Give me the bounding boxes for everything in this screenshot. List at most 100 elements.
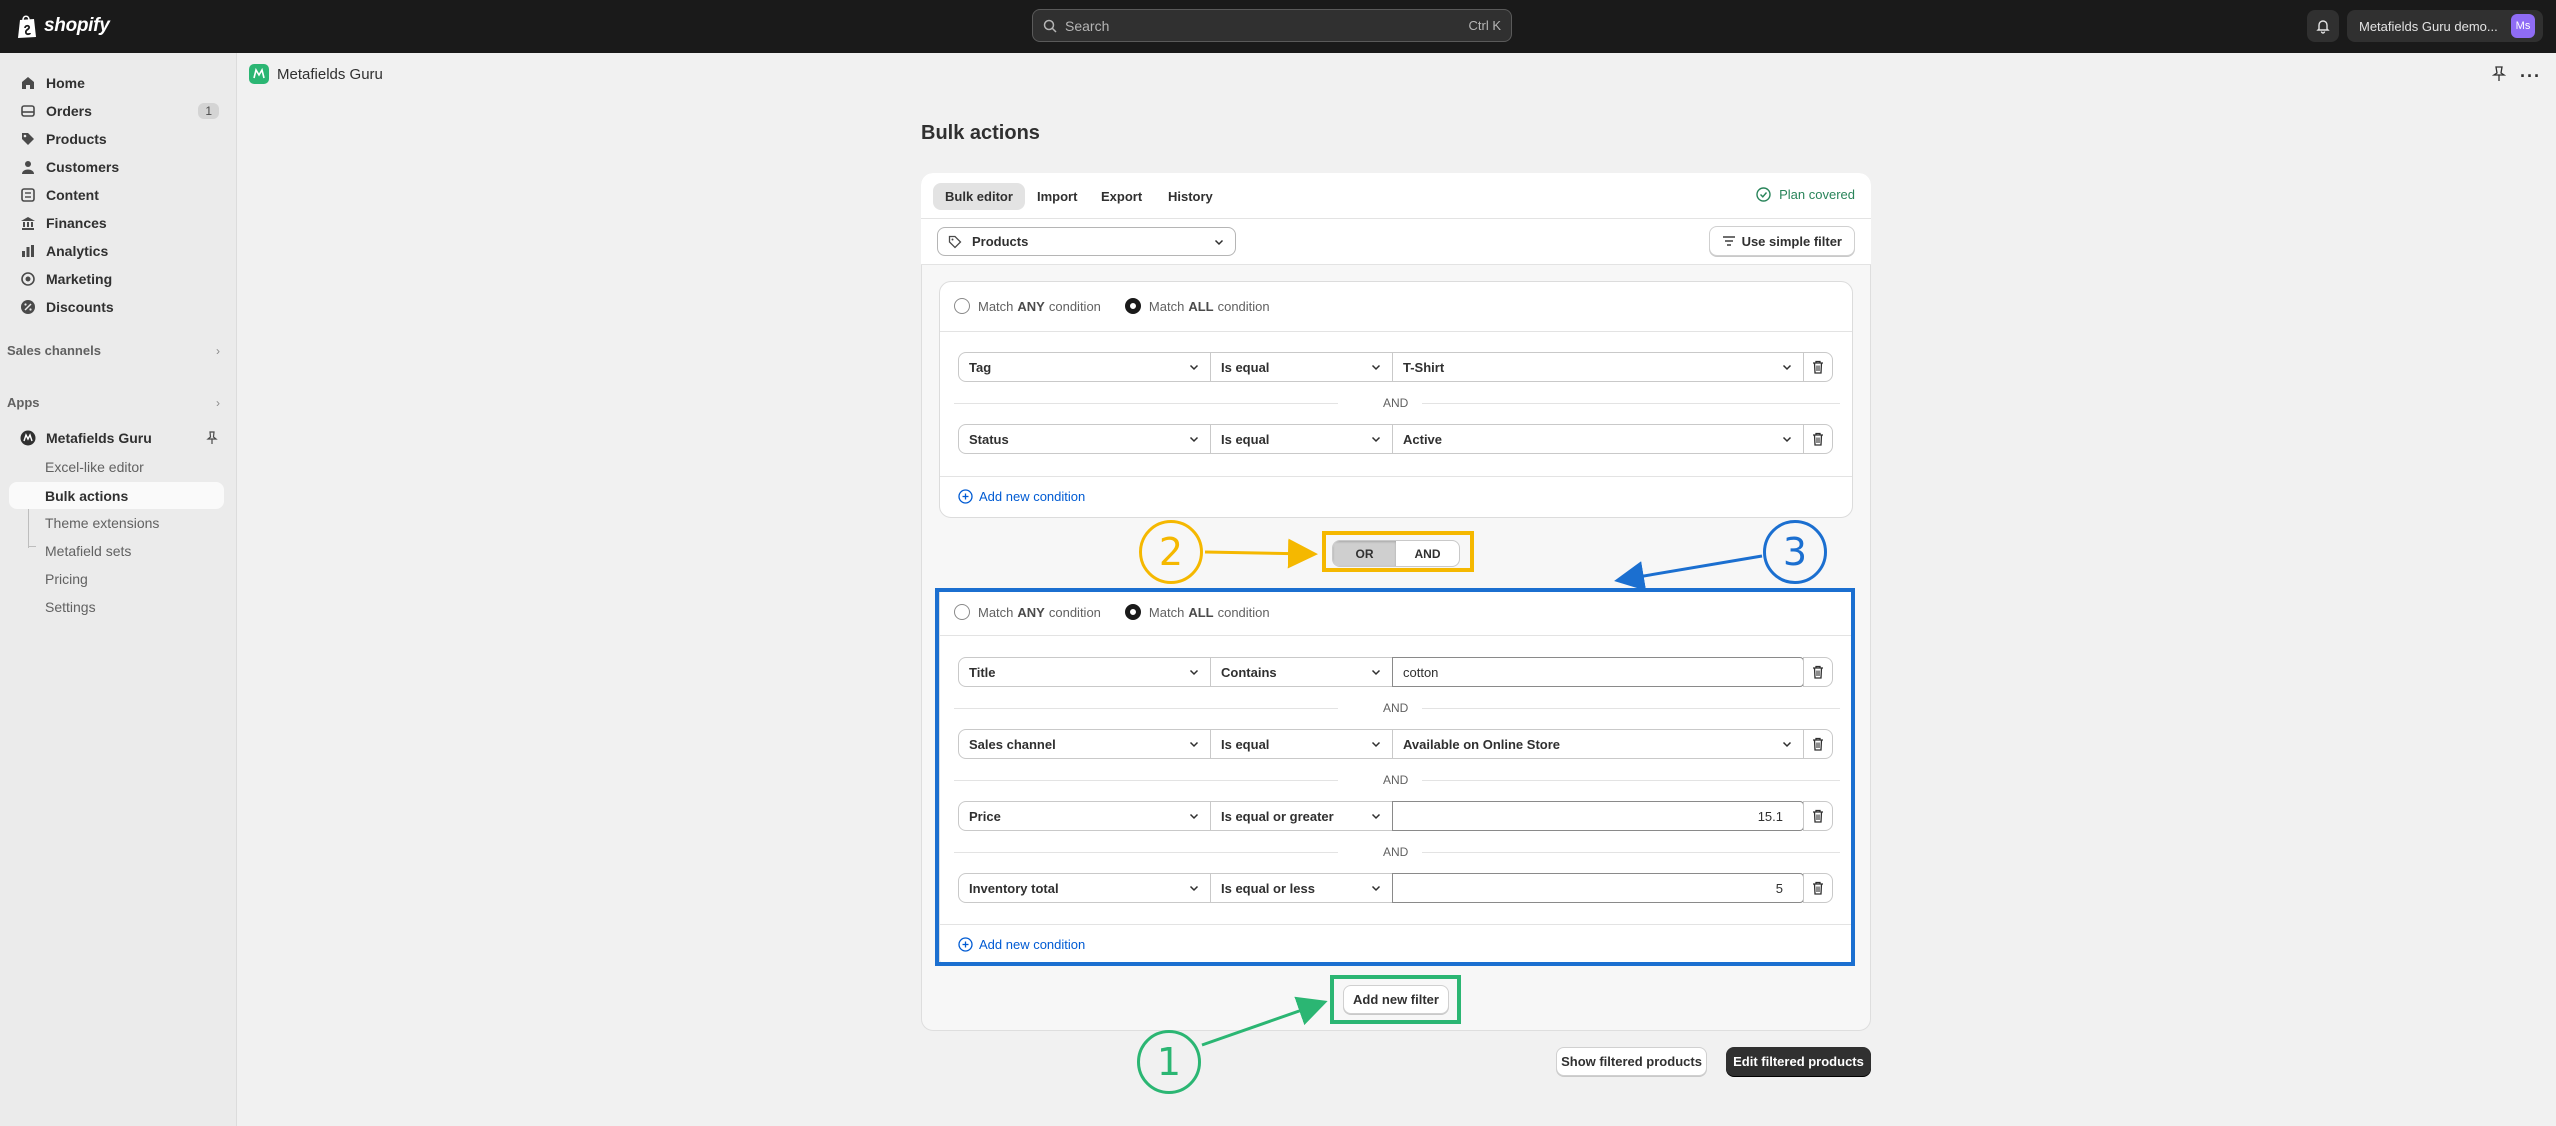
condition-row: Tag Is equal T-Shirt — [958, 352, 1834, 382]
app-title: Metafields Guru — [277, 65, 383, 83]
highlight-box-toggle — [1322, 531, 1474, 572]
operator-select[interactable]: Is equal — [1210, 352, 1393, 382]
sidebar-item-marketing[interactable]: Marketing — [12, 266, 225, 292]
match-all-suffix: condition — [1217, 298, 1270, 314]
delete-condition-button[interactable] — [1803, 352, 1833, 382]
match-any-keyword: ANY — [1017, 298, 1045, 314]
add-condition-link[interactable]: Add new condition — [958, 489, 1085, 504]
show-filtered-products-button[interactable]: Show filtered products — [1556, 1047, 1707, 1076]
tab-bulk-editor[interactable]: Bulk editor — [933, 183, 1025, 210]
sidebar-item-products[interactable]: Products — [12, 126, 225, 152]
resource-select[interactable]: Products — [937, 227, 1236, 256]
add-condition-label: Add new condition — [979, 489, 1086, 504]
store-menu-button[interactable]: Metafields Guru demo... Ms — [2347, 10, 2543, 42]
chart-icon — [22, 245, 34, 257]
sidebar-item-orders[interactable]: Orders 1 — [12, 98, 225, 124]
section-label: Apps — [7, 395, 40, 410]
bell-icon — [2316, 20, 2330, 34]
annotation-marker-1: 1 — [1137, 1030, 1201, 1094]
more-options-icon[interactable]: ··· — [2520, 66, 2541, 87]
sidebar-subitem-pricing[interactable]: Pricing — [45, 571, 88, 587]
operator-value: Is equal — [1221, 431, 1270, 447]
divider — [940, 476, 1852, 477]
sidebar-subitem-theme-extensions[interactable]: Theme extensions — [45, 515, 159, 531]
sidebar-subitem-excel-editor[interactable]: Excel-like editor — [45, 459, 144, 475]
discount-icon — [21, 300, 35, 314]
check-circle-icon — [1756, 187, 1771, 202]
divider — [954, 403, 1338, 404]
operator-select[interactable]: Is equal — [1210, 424, 1393, 454]
annotation-marker-3: 3 — [1763, 520, 1827, 584]
tree-hook — [28, 546, 36, 547]
top-bar: shopify Search Ctrl K Metafields Guru de… — [0, 0, 2556, 53]
match-any-radio[interactable] — [954, 298, 970, 314]
chevron-down-icon — [1782, 436, 1792, 443]
sidebar-item-label: Customers — [46, 159, 120, 175]
search-input[interactable]: Search Ctrl K — [1032, 9, 1512, 42]
search-shortcut: Ctrl K — [1468, 18, 1502, 33]
tab-import[interactable]: Import — [1025, 183, 1089, 210]
operator-value: Is equal — [1221, 359, 1270, 375]
tab-history[interactable]: History — [1156, 183, 1225, 210]
app-header: Metafields Guru — [238, 53, 2556, 95]
divider — [1422, 403, 1840, 404]
plus-circle-icon — [958, 489, 973, 504]
sidebar-item-analytics[interactable]: Analytics — [12, 238, 225, 264]
match-all-prefix: Match — [1148, 298, 1185, 314]
use-simple-filter-button[interactable]: Use simple filter — [1708, 226, 1855, 256]
page-title: Bulk actions — [921, 122, 1040, 144]
shopify-logo[interactable]: shopify — [16, 13, 110, 39]
sidebar-subitem-settings[interactable]: Settings — [45, 599, 96, 615]
trash-icon — [1813, 432, 1823, 446]
match-all-keyword: ALL — [1188, 298, 1214, 314]
tab-export[interactable]: Export — [1089, 183, 1154, 210]
brand-wordmark: shopify — [44, 15, 110, 36]
chevron-down-icon — [1782, 364, 1792, 371]
chevron-right-icon: › — [216, 343, 220, 358]
tag-icon — [948, 235, 962, 248]
match-all-radio[interactable] — [1124, 298, 1141, 314]
trash-icon — [1813, 360, 1823, 374]
sidebar-item-discounts[interactable]: Discounts — [12, 294, 225, 320]
highlight-box-filter-group — [935, 588, 1855, 966]
sidebar-item-label: Finances — [46, 215, 107, 231]
sidebar-item-label: Orders — [46, 103, 92, 119]
sidebar-item-finances[interactable]: Finances — [12, 210, 225, 236]
sidebar-item-label: Home — [46, 75, 85, 91]
notifications-button[interactable] — [2307, 10, 2339, 42]
chevron-down-icon — [1189, 364, 1199, 371]
resource-select-value: Products — [972, 234, 1029, 249]
sidebar-item-label: Products — [46, 131, 107, 147]
sidebar-subitem-metafield-sets[interactable]: Metafield sets — [45, 543, 131, 559]
value-select[interactable]: T-Shirt — [1392, 352, 1804, 382]
apps-section[interactable]: Apps › — [7, 395, 220, 410]
sidebar-item-metafields-guru[interactable]: Metafields Guru — [12, 425, 225, 451]
value-select[interactable]: Active — [1392, 424, 1804, 454]
avatar: Ms — [2511, 14, 2535, 38]
value-text: Active — [1403, 431, 1443, 447]
sidebar-item-label: Metafields Guru — [46, 430, 152, 446]
edit-filtered-products-button[interactable]: Edit filtered products — [1726, 1047, 1871, 1076]
chevron-down-icon — [1371, 364, 1381, 371]
field-select[interactable]: Tag — [958, 352, 1211, 382]
button-label: Use simple filter — [1741, 233, 1842, 249]
search-placeholder: Search — [1065, 17, 1110, 34]
pin-icon[interactable] — [2492, 66, 2506, 82]
content-icon — [21, 188, 35, 202]
chevron-down-icon — [1214, 239, 1224, 245]
sidebar-item-label: Discounts — [46, 299, 114, 315]
sidebar-item-content[interactable]: Content — [12, 182, 225, 208]
sidebar-item-customers[interactable]: Customers — [12, 154, 225, 180]
sales-channels-section[interactable]: Sales channels › — [7, 343, 220, 358]
delete-condition-button[interactable] — [1803, 424, 1833, 454]
sidebar-item-label: Content — [46, 187, 99, 203]
field-select[interactable]: Status — [958, 424, 1211, 454]
person-icon — [22, 161, 34, 174]
highlight-box-add-filter — [1330, 975, 1461, 1024]
tag-icon — [22, 133, 34, 145]
condition-row: Status Is equal Active — [958, 424, 1834, 454]
sidebar-item-home[interactable]: Home — [12, 70, 225, 96]
home-icon — [22, 77, 34, 89]
pin-icon[interactable] — [205, 431, 219, 445]
sidebar-subitem-bulk-actions[interactable]: Bulk actions — [9, 482, 224, 509]
